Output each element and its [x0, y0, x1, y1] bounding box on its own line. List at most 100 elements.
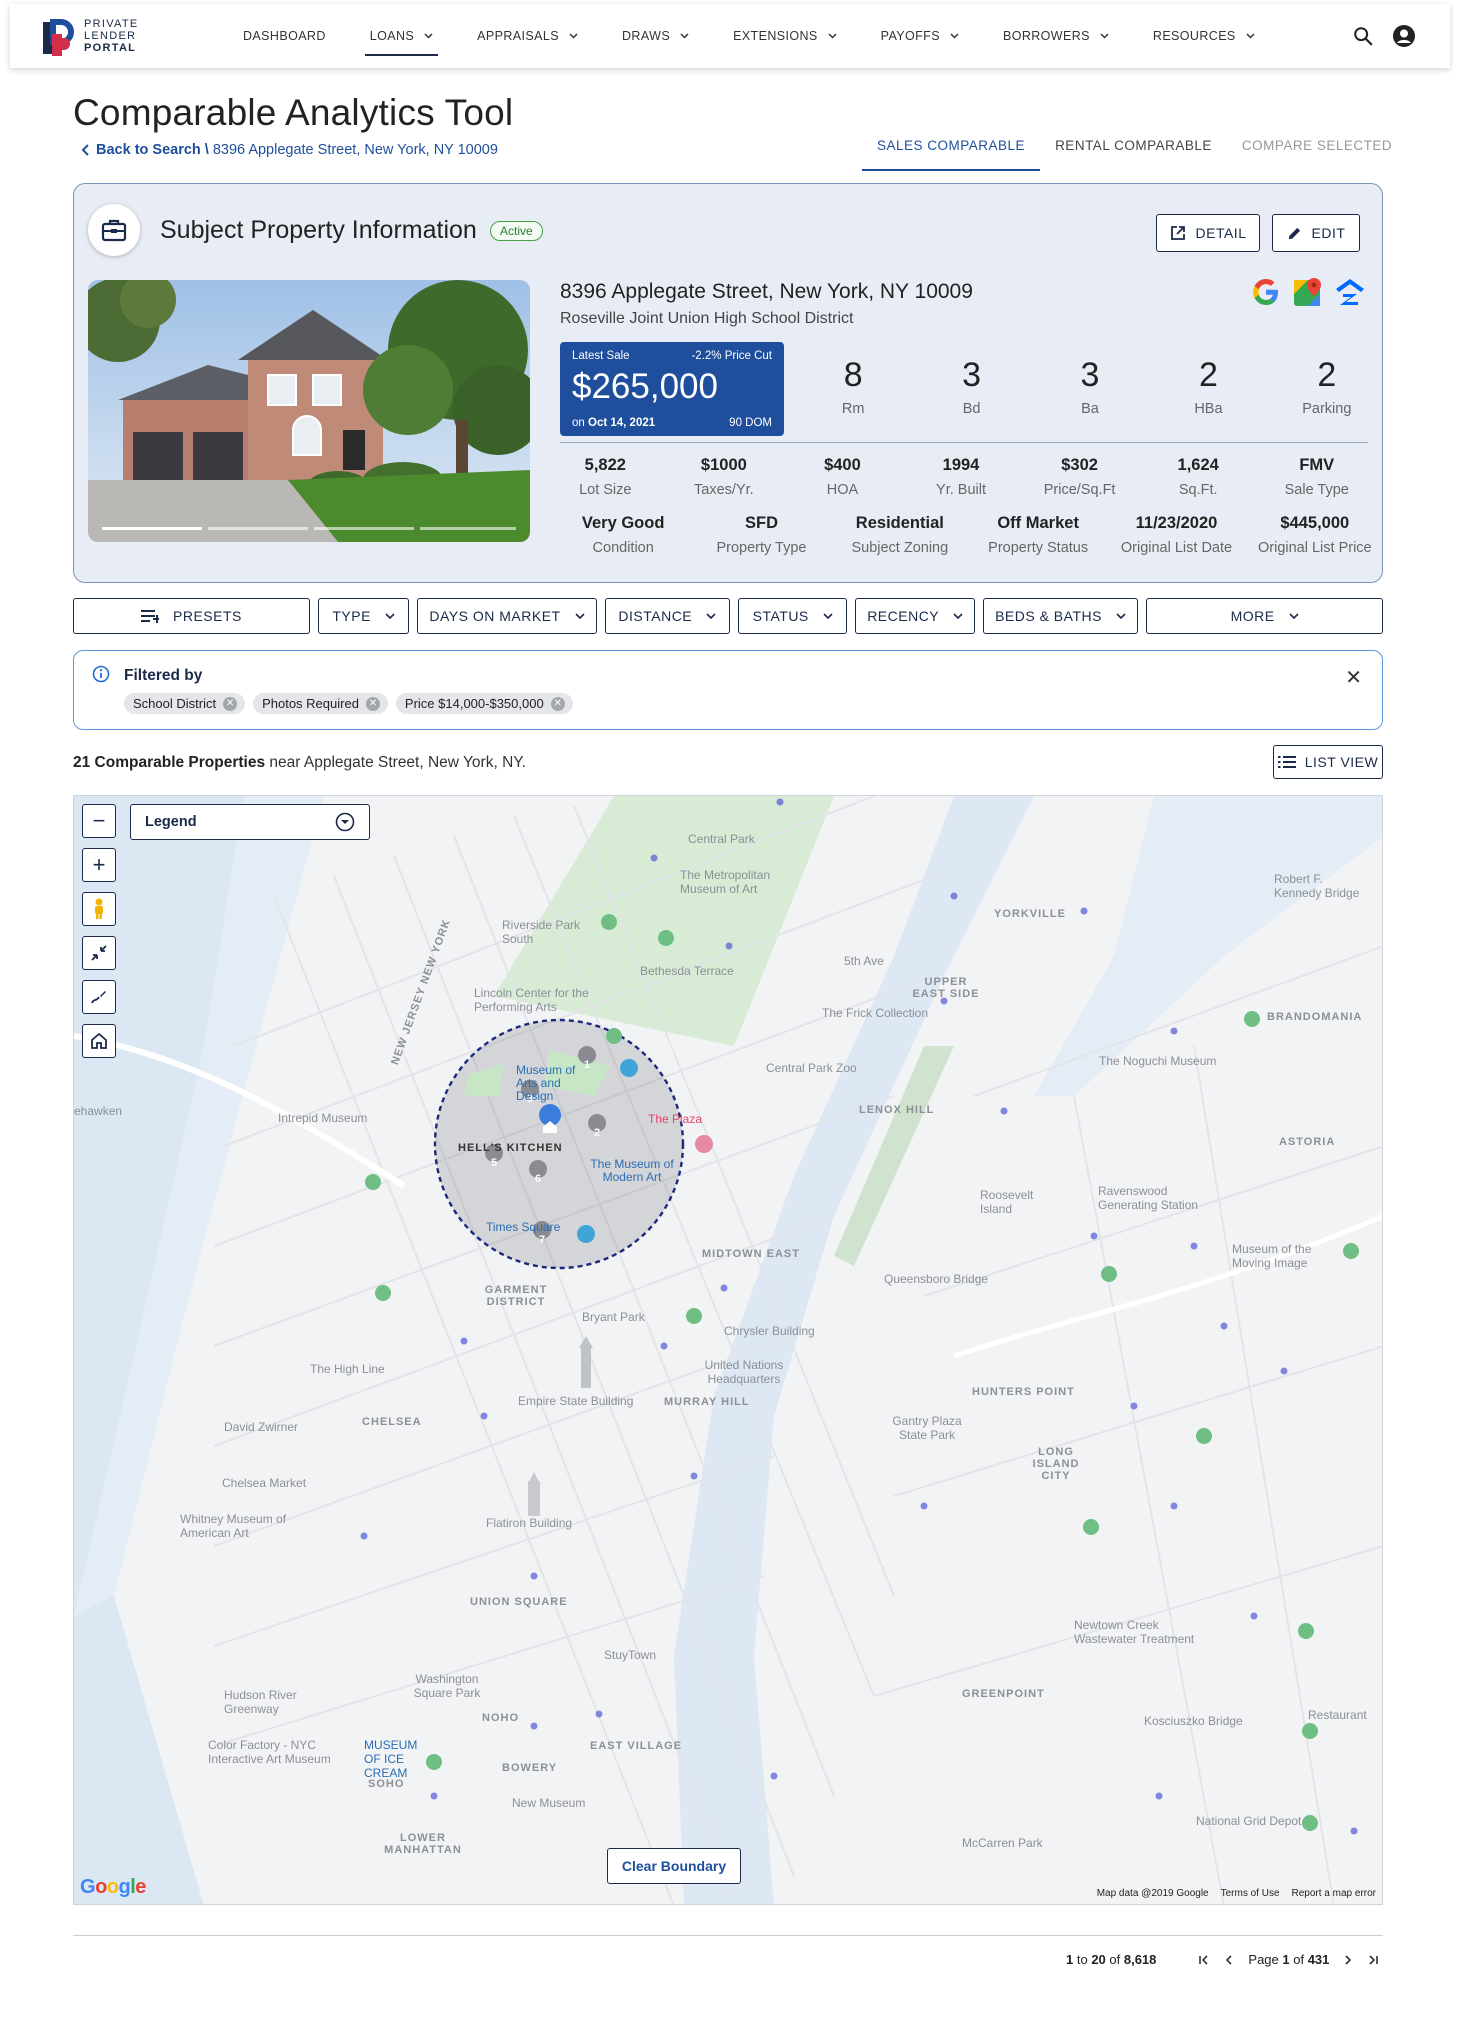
- filter-days-on-market-button[interactable]: DAYS ON MARKET: [417, 598, 597, 634]
- filter-label: MORE: [1230, 608, 1275, 624]
- map-label-noguchi: The Noguchi Museum: [1099, 1054, 1217, 1068]
- room-stat-label: Rm: [841, 401, 865, 417]
- nav-item-label: LOANS: [369, 29, 415, 43]
- next-page-icon[interactable]: [1343, 1954, 1353, 1966]
- report-map-error-link[interactable]: Report a map error: [1292, 1888, 1376, 1899]
- home-boundary-button[interactable]: [82, 1024, 116, 1058]
- account-icon[interactable]: [1392, 24, 1416, 48]
- last-page-icon[interactable]: [1367, 1954, 1379, 1966]
- filter-label: DAYS ON MARKET: [429, 608, 561, 624]
- stat-value: $445,000: [1280, 514, 1350, 532]
- nav-item-appraisals[interactable]: APPRAISALS: [462, 4, 593, 68]
- chevron-down-icon: [953, 612, 963, 620]
- nav-item-dashboard[interactable]: DASHBOARD: [228, 4, 341, 68]
- first-page-icon[interactable]: [1198, 1954, 1210, 1966]
- detail-button[interactable]: DETAIL: [1156, 214, 1260, 252]
- stat-sale-type: FMV Sale Type: [1257, 456, 1376, 498]
- page-of-word: of: [1289, 1952, 1308, 1967]
- map-label-east-village: EAST VILLAGE: [590, 1740, 683, 1752]
- nav-item-label: PAYOFFS: [880, 29, 940, 43]
- days-on-market: 90 DOM: [729, 417, 772, 429]
- chevron-down-icon: [1288, 612, 1299, 620]
- nav-item-loans[interactable]: LOANS: [355, 4, 448, 68]
- nav-item-payoffs[interactable]: PAYOFFS: [866, 4, 974, 68]
- nav-item-label: DASHBOARD: [243, 29, 326, 43]
- clear-boundary-button[interactable]: Clear Boundary: [607, 1848, 741, 1884]
- zoom-out-button[interactable]: −: [82, 804, 116, 838]
- tab-sales-comparable[interactable]: SALES COMPARABLE: [862, 130, 1041, 171]
- remove-chip-icon[interactable]: ✕: [223, 696, 238, 711]
- map-label-stuytown: StuyTown: [604, 1648, 657, 1662]
- back-to-search-link[interactable]: Back to Search \: [96, 142, 209, 158]
- subject-title: Subject Property Information: [160, 216, 477, 244]
- chevron-down-icon: [1116, 612, 1126, 620]
- filter-presets-button[interactable]: PRESETS: [73, 598, 310, 634]
- previous-page-icon[interactable]: [1224, 1954, 1234, 1966]
- comparables-map[interactable]: 1 2 3 5 6 7 Central Park The Metropolita…: [73, 795, 1383, 1905]
- map-label-chelsea-market: Chelsea Market: [222, 1476, 307, 1490]
- property-photo[interactable]: [88, 280, 530, 542]
- map-label-weehawken: ehawken: [74, 1104, 123, 1118]
- filter-status-button[interactable]: STATUS: [737, 598, 848, 634]
- nav-item-draws[interactable]: DRAWS: [607, 4, 704, 68]
- street-view-button[interactable]: [82, 892, 116, 926]
- tab-rental-comparable[interactable]: RENTAL COMPARABLE: [1040, 130, 1227, 171]
- google-logo: Google: [80, 1876, 146, 1898]
- filter-distance-button[interactable]: DISTANCE: [604, 598, 730, 634]
- edit-button[interactable]: EDIT: [1272, 214, 1360, 252]
- zoom-in-button[interactable]: +: [82, 848, 116, 882]
- filter-more-button[interactable]: MORE: [1146, 598, 1383, 634]
- draw-boundary-button[interactable]: [82, 980, 116, 1014]
- filter-chip: Price $14,000-$350,000 ✕: [395, 693, 573, 714]
- svg-text:5: 5: [491, 1157, 497, 1169]
- range-to-word: to: [1073, 1952, 1092, 1967]
- map-label-moma: The Museum of Modern Art: [590, 1157, 674, 1184]
- property-stats-row-1: 5,822 Lot Size $1000 Taxes/Yr. $400 HOA 1994 Yr…: [546, 456, 1376, 498]
- room-stat-value: 3: [1080, 356, 1100, 394]
- map-label-hunters-point: HUNTERS POINT: [972, 1386, 1075, 1398]
- google-maps-icon[interactable]: [1292, 276, 1324, 308]
- filter-chip-label: Price $14,000-$350,000: [404, 696, 544, 711]
- chevron-left-icon[interactable]: [80, 143, 92, 157]
- map-label-midtown-east: MIDTOWN EAST: [702, 1248, 800, 1260]
- sale-date-prefix: on: [572, 417, 588, 429]
- room-stat-bd: 3 Bd: [912, 356, 1030, 417]
- map-label-wsp: Washington Square Park: [413, 1672, 481, 1700]
- legend-dropdown[interactable]: Legend: [130, 804, 370, 840]
- search-icon[interactable]: [1352, 25, 1374, 47]
- filter-chip: Photos Required ✕: [253, 693, 388, 714]
- chevron-down-icon: [385, 612, 395, 620]
- filter-recency-button[interactable]: RECENCY: [855, 598, 975, 634]
- brand-logo[interactable]: PRIVATE LENDER PORTAL: [42, 14, 192, 58]
- result-range: 1 to 20 of 8,618: [1066, 1952, 1156, 1967]
- stat-price-sq-ft: $302 Price/Sq.Ft: [1020, 456, 1139, 498]
- remove-chip-icon[interactable]: ✕: [550, 696, 565, 711]
- nav-item-label: DRAWS: [622, 29, 671, 43]
- briefcase-icon: [88, 204, 140, 256]
- list-view-button[interactable]: LIST VIEW: [1273, 745, 1383, 779]
- nav-item-borrowers[interactable]: BORROWERS: [988, 4, 1124, 68]
- total-pages: 431: [1307, 1952, 1330, 1967]
- terms-of-use-link[interactable]: Terms of Use: [1221, 1888, 1280, 1899]
- tab-compare-selected[interactable]: COMPARE SELECTED: [1227, 130, 1407, 171]
- sale-date: on Oct 14, 2021: [572, 417, 655, 429]
- chevron-down-icon: [569, 33, 578, 39]
- filter-type-button[interactable]: TYPE: [317, 598, 410, 634]
- close-icon[interactable]: ✕: [1345, 665, 1362, 690]
- collapse-view-button[interactable]: [82, 936, 116, 970]
- filter-label: DISTANCE: [618, 608, 693, 624]
- brand-line-3: PORTAL: [84, 42, 137, 54]
- map-label-kosciuszko: Kosciuszko Bridge: [1144, 1714, 1243, 1728]
- room-stat-value: 2: [1317, 356, 1337, 394]
- remove-chip-icon[interactable]: ✕: [365, 696, 380, 711]
- zillow-icon[interactable]: [1334, 276, 1366, 308]
- filter-beds-baths-button[interactable]: BEDS & BATHS: [982, 598, 1139, 634]
- nav-item-resources[interactable]: RESOURCES: [1138, 4, 1270, 68]
- edit-label: EDIT: [1311, 225, 1346, 241]
- subject-property-card: Subject Property Information Active DETA…: [73, 183, 1383, 583]
- chevron-down-icon: [950, 33, 959, 39]
- nav-item-extensions[interactable]: EXTENSIONS: [718, 4, 852, 68]
- google-icon[interactable]: [1250, 276, 1282, 308]
- map-data-credit: Map data @2019 Google: [1096, 1888, 1209, 1899]
- stat-value: 1994: [942, 456, 980, 474]
